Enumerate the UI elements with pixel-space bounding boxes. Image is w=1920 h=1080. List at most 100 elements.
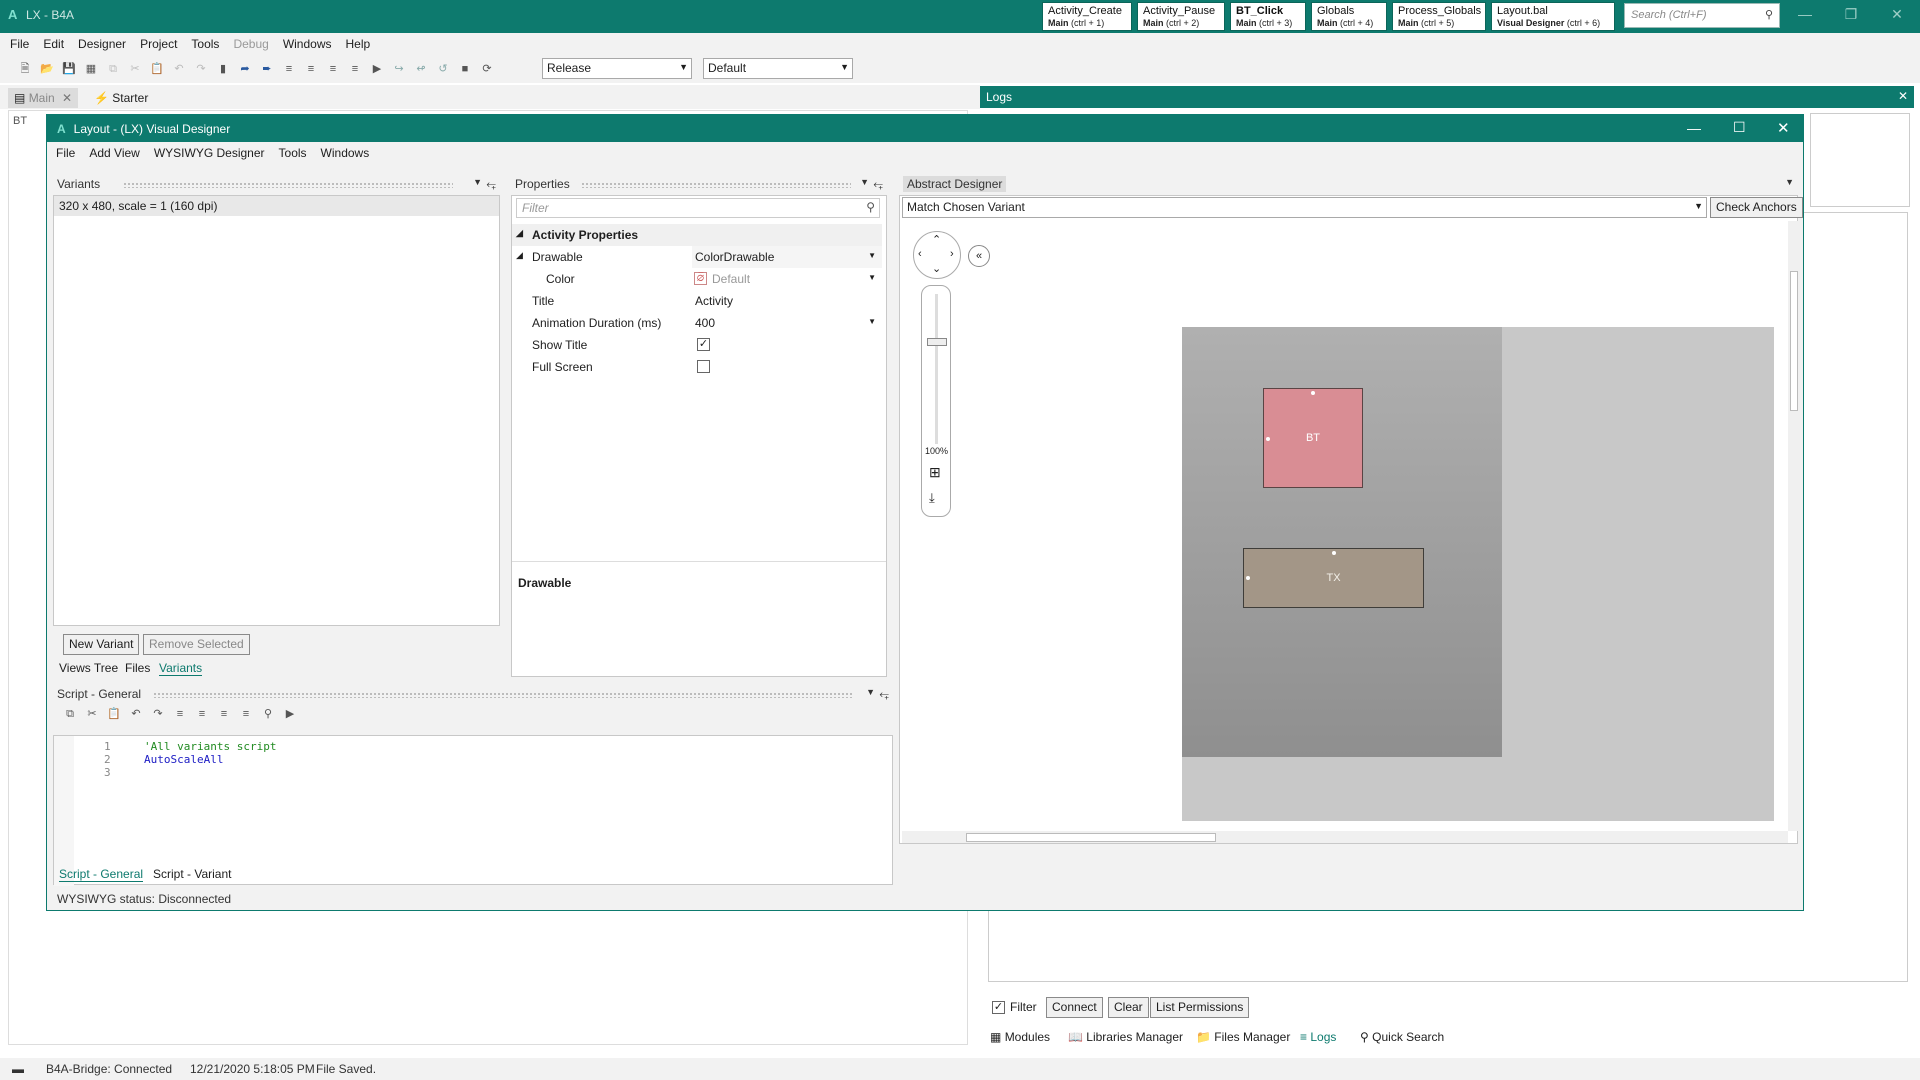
navigate-forward-icon[interactable]: ➨ bbox=[259, 61, 275, 77]
restore-icon[interactable]: ❐ bbox=[1836, 6, 1866, 23]
property-animation-duration[interactable]: Animation Duration (ms) 400 ▼ bbox=[512, 312, 882, 334]
redo-icon[interactable]: ↷ bbox=[150, 706, 166, 722]
menu-file[interactable]: File bbox=[10, 37, 29, 51]
save-icon[interactable]: 💾 bbox=[61, 61, 77, 77]
drag-handle[interactable] bbox=[1246, 576, 1250, 580]
run-icon[interactable]: ▶ bbox=[282, 706, 298, 722]
new-file-icon[interactable]: 🗎 bbox=[17, 61, 33, 77]
filter-checkbox[interactable]: ✓ bbox=[992, 1000, 1005, 1014]
fit-screen-icon[interactable]: ⊞ bbox=[929, 464, 941, 481]
code-line[interactable]: 'All variants script bbox=[144, 740, 276, 753]
comment-icon[interactable]: ≡ bbox=[172, 706, 188, 722]
chevron-down-icon[interactable]: ▼ bbox=[1785, 177, 1794, 187]
step-over-icon[interactable]: ↫ bbox=[413, 61, 429, 77]
indent-icon[interactable]: ≡ bbox=[281, 61, 297, 77]
undo-icon[interactable]: ↶ bbox=[128, 706, 144, 722]
minimize-icon[interactable]: — bbox=[1687, 120, 1701, 136]
pan-control[interactable]: ⌃ ⌄ ‹ › bbox=[913, 231, 961, 279]
collapse-icon[interactable]: ◢ bbox=[516, 250, 523, 261]
list-permissions-button[interactable]: List Permissions bbox=[1150, 997, 1250, 1018]
property-full-screen[interactable]: Full Screen bbox=[512, 356, 882, 378]
copy-icon[interactable]: ⧉ bbox=[62, 706, 78, 722]
tab-libraries-manager[interactable]: 📖 Libraries Manager bbox=[1068, 1030, 1183, 1044]
horizontal-scrollbar[interactable] bbox=[902, 831, 1788, 843]
close-icon[interactable]: ✕ bbox=[62, 91, 72, 105]
view-bt[interactable]: BT bbox=[1263, 388, 1363, 488]
new-variant-button[interactable]: New Variant bbox=[63, 634, 140, 655]
pin-icon[interactable]: ⥆ bbox=[486, 177, 496, 192]
logs-filter[interactable]: ✓ Filter bbox=[992, 1000, 1037, 1014]
property-title[interactable]: Title Activity bbox=[512, 290, 882, 312]
designer-menu-file[interactable]: File bbox=[56, 146, 75, 160]
drag-handle[interactable] bbox=[1332, 551, 1336, 555]
chevron-down-icon[interactable]: ▼ bbox=[860, 177, 869, 187]
code-line[interactable]: AutoScaleAll bbox=[144, 753, 276, 766]
menu-project[interactable]: Project bbox=[140, 37, 177, 51]
properties-filter-input[interactable]: Filter ⚲ bbox=[516, 198, 880, 218]
menu-windows[interactable]: Windows bbox=[283, 37, 332, 51]
menu-debug[interactable]: Debug bbox=[233, 37, 268, 51]
download-icon[interactable]: ⤓ bbox=[929, 490, 935, 506]
property-drawable[interactable]: ◢ Drawable ColorDrawable ▼ bbox=[512, 246, 882, 268]
tab-script-variant[interactable]: Script - Variant bbox=[153, 867, 231, 881]
chevron-down-icon[interactable]: ▼ bbox=[473, 177, 482, 187]
quick-tab-globals[interactable]: Globals Main (ctrl + 4) bbox=[1311, 2, 1387, 31]
check-anchors-button[interactable]: Check Anchors bbox=[1710, 197, 1803, 218]
search-input[interactable]: Search (Ctrl+F) ⚲ bbox=[1624, 3, 1780, 28]
minimize-icon[interactable]: — bbox=[1790, 6, 1820, 22]
step-out-icon[interactable]: ↺ bbox=[435, 61, 451, 77]
chevron-down-icon[interactable]: ▼ bbox=[866, 687, 875, 697]
find-icon[interactable]: ⚲ bbox=[260, 706, 276, 722]
tab-files-manager[interactable]: 📁 Files Manager bbox=[1196, 1030, 1290, 1044]
zoom-slider-handle[interactable] bbox=[927, 338, 947, 346]
restart-icon[interactable]: ⟳ bbox=[479, 61, 495, 77]
vertical-scrollbar[interactable] bbox=[1788, 221, 1800, 831]
drag-handle[interactable] bbox=[1266, 437, 1270, 441]
designer-menu-tools[interactable]: Tools bbox=[279, 146, 307, 160]
redo-icon[interactable]: ↷ bbox=[193, 61, 209, 77]
chevron-down-icon[interactable]: ▼ bbox=[868, 317, 876, 326]
quick-tab-layout-bal[interactable]: Layout.bal Visual Designer (ctrl + 6) bbox=[1491, 2, 1615, 31]
menu-tools[interactable]: Tools bbox=[191, 37, 219, 51]
open-folder-icon[interactable]: 📂 bbox=[39, 61, 55, 77]
designer-menu-wysiwyg[interactable]: WYSIWYG Designer bbox=[154, 146, 265, 160]
variant-match-select[interactable]: Match Chosen Variant ▼ bbox=[902, 197, 1707, 218]
device-config-select[interactable]: Default ▼ bbox=[703, 58, 853, 79]
navigate-back-icon[interactable]: ➦ bbox=[237, 61, 253, 77]
pan-right-icon[interactable]: › bbox=[950, 248, 954, 260]
indent-icon[interactable]: ≡ bbox=[216, 706, 232, 722]
copy-icon[interactable]: ⧉ bbox=[105, 61, 121, 77]
tab-script-general[interactable]: Script - General bbox=[59, 867, 144, 882]
chevron-down-icon[interactable]: ▼ bbox=[868, 251, 876, 260]
pin-icon[interactable]: ⥆ bbox=[879, 687, 889, 702]
menu-edit[interactable]: Edit bbox=[43, 37, 64, 51]
collapse-nav-icon[interactable]: « bbox=[968, 245, 990, 267]
quick-tab-activity-pause[interactable]: Activity_Pause Main (ctrl + 2) bbox=[1137, 2, 1225, 31]
close-icon[interactable]: ✕ bbox=[1898, 89, 1908, 103]
cut-icon[interactable]: ✂ bbox=[127, 61, 143, 77]
tab-main[interactable]: ▤ Main ✕ bbox=[8, 88, 79, 108]
view-tx[interactable]: TX bbox=[1243, 548, 1424, 608]
tab-files[interactable]: Files bbox=[125, 661, 150, 675]
paste-icon[interactable]: 📋 bbox=[149, 61, 165, 77]
pan-up-icon[interactable]: ⌃ bbox=[932, 233, 941, 246]
tab-logs[interactable]: ≡ Logs bbox=[1300, 1030, 1336, 1044]
uncomment-icon[interactable]: ≡ bbox=[194, 706, 210, 722]
connect-button[interactable]: Connect bbox=[1046, 997, 1103, 1018]
stop-icon[interactable]: ■ bbox=[457, 61, 473, 77]
step-in-icon[interactable]: ↪ bbox=[391, 61, 407, 77]
outdent-icon[interactable]: ≡ bbox=[303, 61, 319, 77]
collapse-icon[interactable]: ◢ bbox=[516, 228, 523, 239]
chevron-down-icon[interactable]: ▼ bbox=[868, 273, 876, 282]
quick-tab-bt-click[interactable]: BT_Click Main (ctrl + 3) bbox=[1230, 2, 1306, 31]
show-title-checkbox[interactable]: ✓ bbox=[697, 338, 710, 351]
comment-icon[interactable]: ≡ bbox=[325, 61, 341, 77]
build-config-select[interactable]: Release ▼ bbox=[542, 58, 692, 79]
menu-help[interactable]: Help bbox=[346, 37, 371, 51]
tab-variants[interactable]: Variants bbox=[159, 661, 203, 676]
tab-views-tree[interactable]: Views Tree bbox=[59, 661, 118, 675]
quick-tab-activity-create[interactable]: Activity_Create Main (ctrl + 1) bbox=[1042, 2, 1132, 31]
close-icon[interactable]: ✕ bbox=[1777, 119, 1790, 137]
pan-left-icon[interactable]: ‹ bbox=[918, 248, 922, 260]
property-section-activity[interactable]: ◢ Activity Properties bbox=[512, 224, 882, 246]
